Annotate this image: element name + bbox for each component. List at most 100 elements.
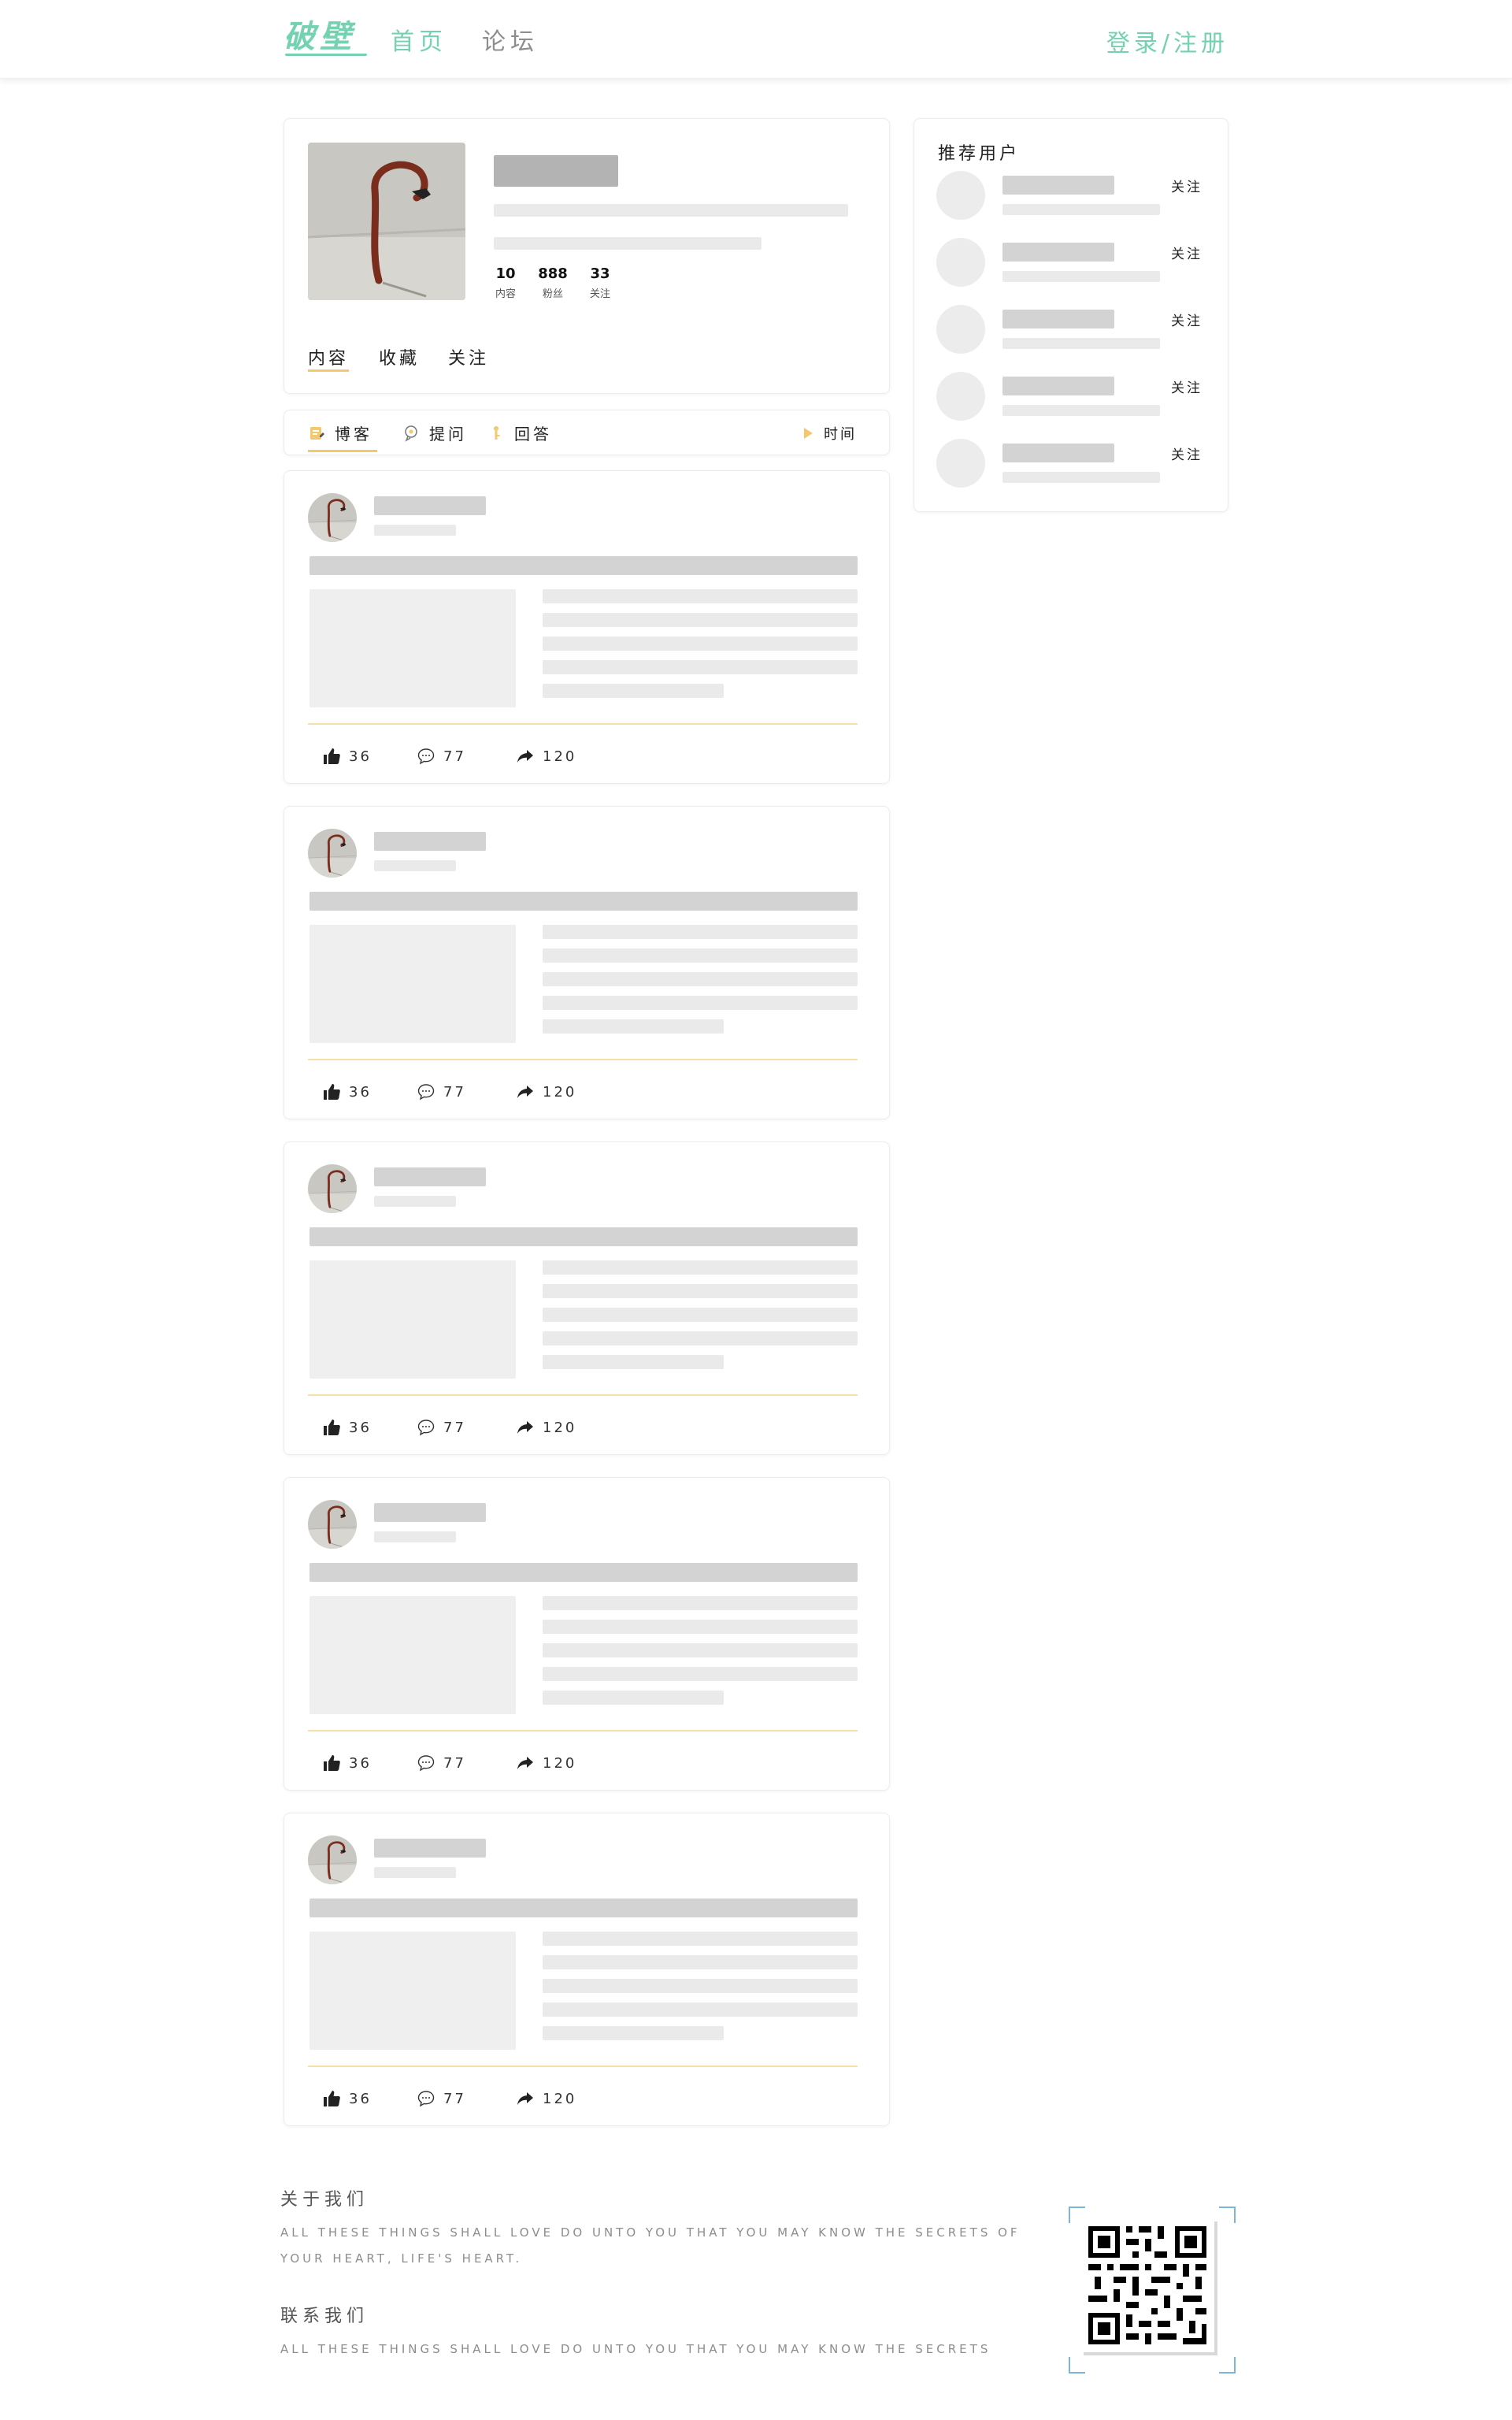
follow-button[interactable]: 关注	[1171, 176, 1203, 195]
comment-button[interactable]: 77	[417, 1082, 466, 1101]
sort-by-time[interactable]: 时间	[804, 423, 857, 444]
contact-us-text: ALL THESE THINGS SHALL LOVE DO UNTO YOU …	[280, 2342, 991, 2356]
post-card[interactable]: 36 77 120	[284, 1141, 890, 1455]
comment-count: 77	[443, 1419, 466, 1436]
author-name-placeholder	[374, 1839, 486, 1858]
post-author-avatar[interactable]	[308, 1164, 357, 1213]
user-avatar[interactable]	[936, 372, 985, 421]
post-title-placeholder	[309, 1563, 858, 1582]
post-excerpt-placeholder	[543, 1284, 858, 1298]
about-us-text: ALL THESE THINGS SHALL LOVE DO UNTO YOU …	[280, 2225, 1021, 2266]
recommended-users-title: 推荐用户	[938, 144, 1021, 164]
recommended-user: 关注	[914, 238, 1229, 301]
contact-us-heading: 联系我们	[280, 2307, 369, 2326]
post-divider	[308, 723, 858, 725]
like-button[interactable]: 36	[322, 747, 372, 766]
profile-card: 10 内容 888 粉丝 33 关注 内容 收藏 关注	[284, 118, 890, 394]
user-bio-placeholder	[1002, 405, 1160, 416]
comment-button[interactable]: 77	[417, 1418, 466, 1437]
post-divider	[308, 2066, 858, 2067]
question-icon	[405, 425, 417, 442]
play-triangle-icon	[804, 428, 813, 439]
comment-button[interactable]: 77	[417, 2089, 466, 2108]
post-excerpt-placeholder	[543, 972, 858, 986]
post-date-placeholder	[374, 1531, 456, 1542]
user-name-placeholder	[1002, 310, 1114, 328]
like-button[interactable]: 36	[322, 1082, 372, 1101]
comment-button[interactable]: 77	[417, 747, 466, 766]
stat-following[interactable]: 33 关注	[580, 265, 620, 300]
author-name-placeholder	[374, 1167, 486, 1186]
post-author-avatar[interactable]	[308, 1500, 357, 1549]
nav-forum-link[interactable]: 论坛	[482, 22, 539, 57]
post-excerpt-placeholder	[543, 1667, 858, 1681]
share-arrow-icon	[516, 1082, 535, 1101]
stat-value: 10	[495, 265, 516, 282]
post-excerpt-placeholder	[543, 1643, 858, 1657]
user-avatar[interactable]	[936, 439, 985, 488]
profile-avatar[interactable]	[308, 143, 465, 300]
follow-button[interactable]: 关注	[1171, 444, 1203, 463]
post-excerpt-placeholder	[543, 996, 858, 1010]
share-button[interactable]: 120	[516, 1418, 576, 1437]
tab-following[interactable]: 关注	[448, 344, 489, 369]
comment-count: 77	[443, 1083, 466, 1101]
share-button[interactable]: 120	[516, 1754, 576, 1772]
post-author-avatar[interactable]	[308, 1835, 357, 1884]
share-count: 120	[543, 1083, 577, 1101]
comment-count: 77	[443, 1754, 466, 1772]
share-button[interactable]: 120	[516, 2089, 576, 2108]
stat-fans[interactable]: 888 粉丝	[533, 265, 573, 300]
recommended-user: 关注	[914, 372, 1229, 435]
blog-icon	[310, 426, 324, 440]
bio-placeholder	[494, 204, 848, 217]
comment-bubble-icon	[417, 2089, 435, 2108]
post-excerpt-placeholder	[543, 925, 858, 939]
like-count: 36	[349, 2090, 372, 2107]
user-avatar[interactable]	[936, 238, 985, 287]
share-arrow-icon	[516, 2089, 535, 2108]
post-author-avatar[interactable]	[308, 829, 357, 878]
comment-button[interactable]: 77	[417, 1754, 466, 1772]
like-button[interactable]: 36	[322, 1418, 372, 1437]
qr-code	[1068, 2206, 1236, 2374]
user-avatar[interactable]	[936, 305, 985, 354]
stat-content[interactable]: 10 内容	[486, 265, 525, 300]
tab-content[interactable]: 内容	[308, 344, 349, 369]
share-arrow-icon	[516, 1754, 535, 1772]
thumbs-up-icon	[322, 1418, 341, 1437]
user-name-placeholder	[1002, 444, 1114, 462]
bio-placeholder	[494, 237, 762, 250]
post-card[interactable]: 36 77 120	[284, 470, 890, 784]
comment-count: 77	[443, 748, 466, 765]
post-excerpt-placeholder	[543, 1019, 724, 1034]
post-author-avatar[interactable]	[308, 493, 357, 542]
about-us-heading: 关于我们	[280, 2190, 369, 2210]
post-excerpt-placeholder	[543, 948, 858, 963]
like-button[interactable]: 36	[322, 1754, 372, 1772]
filter-tab-answer[interactable]: 回答	[487, 421, 552, 444]
user-avatar[interactable]	[936, 171, 985, 220]
thumbs-up-icon	[322, 1082, 341, 1101]
like-button[interactable]: 36	[322, 2089, 372, 2108]
post-card[interactable]: 36 77 120	[284, 806, 890, 1119]
post-divider	[308, 1059, 858, 1060]
post-card[interactable]: 36 77 120	[284, 1813, 890, 2126]
filter-tab-question[interactable]: 提问	[402, 421, 467, 444]
follow-button[interactable]: 关注	[1171, 310, 1203, 329]
login-register-link[interactable]: 登录/注册	[1106, 24, 1228, 58]
follow-button[interactable]: 关注	[1171, 377, 1203, 396]
tab-favorites[interactable]: 收藏	[379, 344, 420, 369]
share-count: 120	[543, 2090, 577, 2107]
follow-button[interactable]: 关注	[1171, 243, 1203, 262]
share-button[interactable]: 120	[516, 1082, 576, 1101]
share-button[interactable]: 120	[516, 747, 576, 766]
site-logo[interactable]: 破壁	[284, 11, 356, 58]
nav-home-link[interactable]: 首页	[391, 22, 447, 57]
comment-count: 77	[443, 2090, 466, 2107]
post-card[interactable]: 36 77 120	[284, 1477, 890, 1791]
post-excerpt-placeholder	[543, 1355, 724, 1369]
comment-bubble-icon	[417, 1418, 435, 1437]
filter-tab-blog[interactable]: 博客	[308, 421, 372, 444]
post-excerpt-placeholder	[543, 613, 858, 627]
